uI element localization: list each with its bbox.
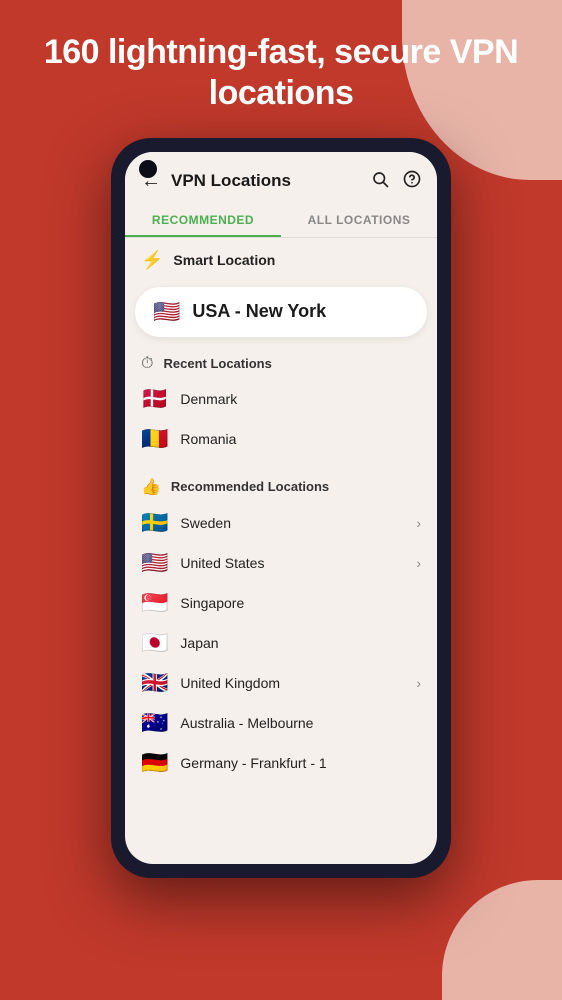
recent-section-title: Recent Locations bbox=[163, 356, 271, 371]
recommended-section-header: 👍 Recommended Locations bbox=[125, 467, 437, 503]
sweden-label: Sweden bbox=[180, 515, 404, 531]
recent-section-header: ⏱ Recent Locations bbox=[125, 345, 437, 379]
list-item[interactable]: 🇦🇺 Australia - Melbourne bbox=[125, 703, 437, 743]
list-item[interactable]: 🇬🇧 United Kingdom › bbox=[125, 663, 437, 703]
app-bar-icons bbox=[371, 170, 421, 193]
singapore-label: Singapore bbox=[180, 595, 421, 611]
denmark-label: Denmark bbox=[180, 391, 421, 407]
australia-flag: 🇦🇺 bbox=[141, 712, 168, 734]
romania-flag: 🇷🇴 bbox=[141, 428, 168, 450]
list-item[interactable]: 🇸🇪 Sweden › bbox=[125, 503, 437, 543]
selected-flag: 🇺🇸 bbox=[153, 301, 180, 323]
list-item[interactable]: 🇸🇬 Singapore bbox=[125, 583, 437, 623]
tabs-row: RECOMMENDED ALL LOCATIONS bbox=[125, 203, 437, 238]
recommended-section-title: Recommended Locations bbox=[171, 479, 329, 494]
chevron-right-icon: › bbox=[416, 555, 421, 571]
singapore-flag: 🇸🇬 bbox=[141, 592, 168, 614]
phone-container: ← VPN Locations bbox=[0, 138, 562, 878]
uk-label: United Kingdom bbox=[180, 675, 404, 691]
romania-label: Romania bbox=[180, 431, 421, 447]
smart-location-row[interactable]: ⚡ Smart Location bbox=[125, 238, 437, 283]
us-flag: 🇺🇸 bbox=[141, 552, 168, 574]
page-headline: 160 lightning-fast, secure VPN locations bbox=[40, 32, 522, 114]
help-icon[interactable] bbox=[403, 170, 421, 193]
smart-location-label: Smart Location bbox=[173, 252, 275, 268]
app-bar: ← VPN Locations bbox=[125, 152, 437, 203]
header-section: 160 lightning-fast, secure VPN locations bbox=[0, 0, 562, 138]
list-item[interactable]: 🇯🇵 Japan bbox=[125, 623, 437, 663]
tab-recommended[interactable]: RECOMMENDED bbox=[125, 203, 281, 237]
denmark-flag: 🇩🇰 bbox=[141, 388, 168, 410]
selected-location-name: USA - New York bbox=[192, 301, 326, 322]
recent-icon: ⏱ bbox=[141, 355, 153, 373]
list-item[interactable]: 🇩🇪 Germany - Frankfurt - 1 bbox=[125, 743, 437, 783]
list-item[interactable]: 🇩🇰 Denmark bbox=[125, 379, 437, 419]
list-item[interactable]: 🇷🇴 Romania bbox=[125, 419, 437, 459]
germany-flag: 🇩🇪 bbox=[141, 752, 168, 774]
australia-label: Australia - Melbourne bbox=[180, 715, 421, 731]
search-icon[interactable] bbox=[371, 170, 389, 193]
germany-label: Germany - Frankfurt - 1 bbox=[180, 755, 421, 771]
phone-screen: ← VPN Locations bbox=[125, 152, 437, 864]
selected-location-row[interactable]: 🇺🇸 USA - New York bbox=[135, 287, 427, 337]
japan-label: Japan bbox=[180, 635, 421, 651]
chevron-right-icon: › bbox=[416, 515, 421, 531]
list-item[interactable]: 🇺🇸 United States › bbox=[125, 543, 437, 583]
us-label: United States bbox=[180, 555, 404, 571]
japan-flag: 🇯🇵 bbox=[141, 632, 168, 654]
sweden-flag: 🇸🇪 bbox=[141, 512, 168, 534]
chevron-right-icon: › bbox=[416, 675, 421, 691]
tab-all-locations[interactable]: ALL LOCATIONS bbox=[281, 203, 437, 237]
lightning-icon: ⚡ bbox=[141, 250, 163, 271]
thumbs-up-icon: 👍 bbox=[141, 477, 161, 497]
uk-flag: 🇬🇧 bbox=[141, 672, 168, 694]
app-bar-title: VPN Locations bbox=[171, 171, 371, 191]
phone-frame: ← VPN Locations bbox=[111, 138, 451, 878]
phone-camera bbox=[139, 160, 157, 178]
